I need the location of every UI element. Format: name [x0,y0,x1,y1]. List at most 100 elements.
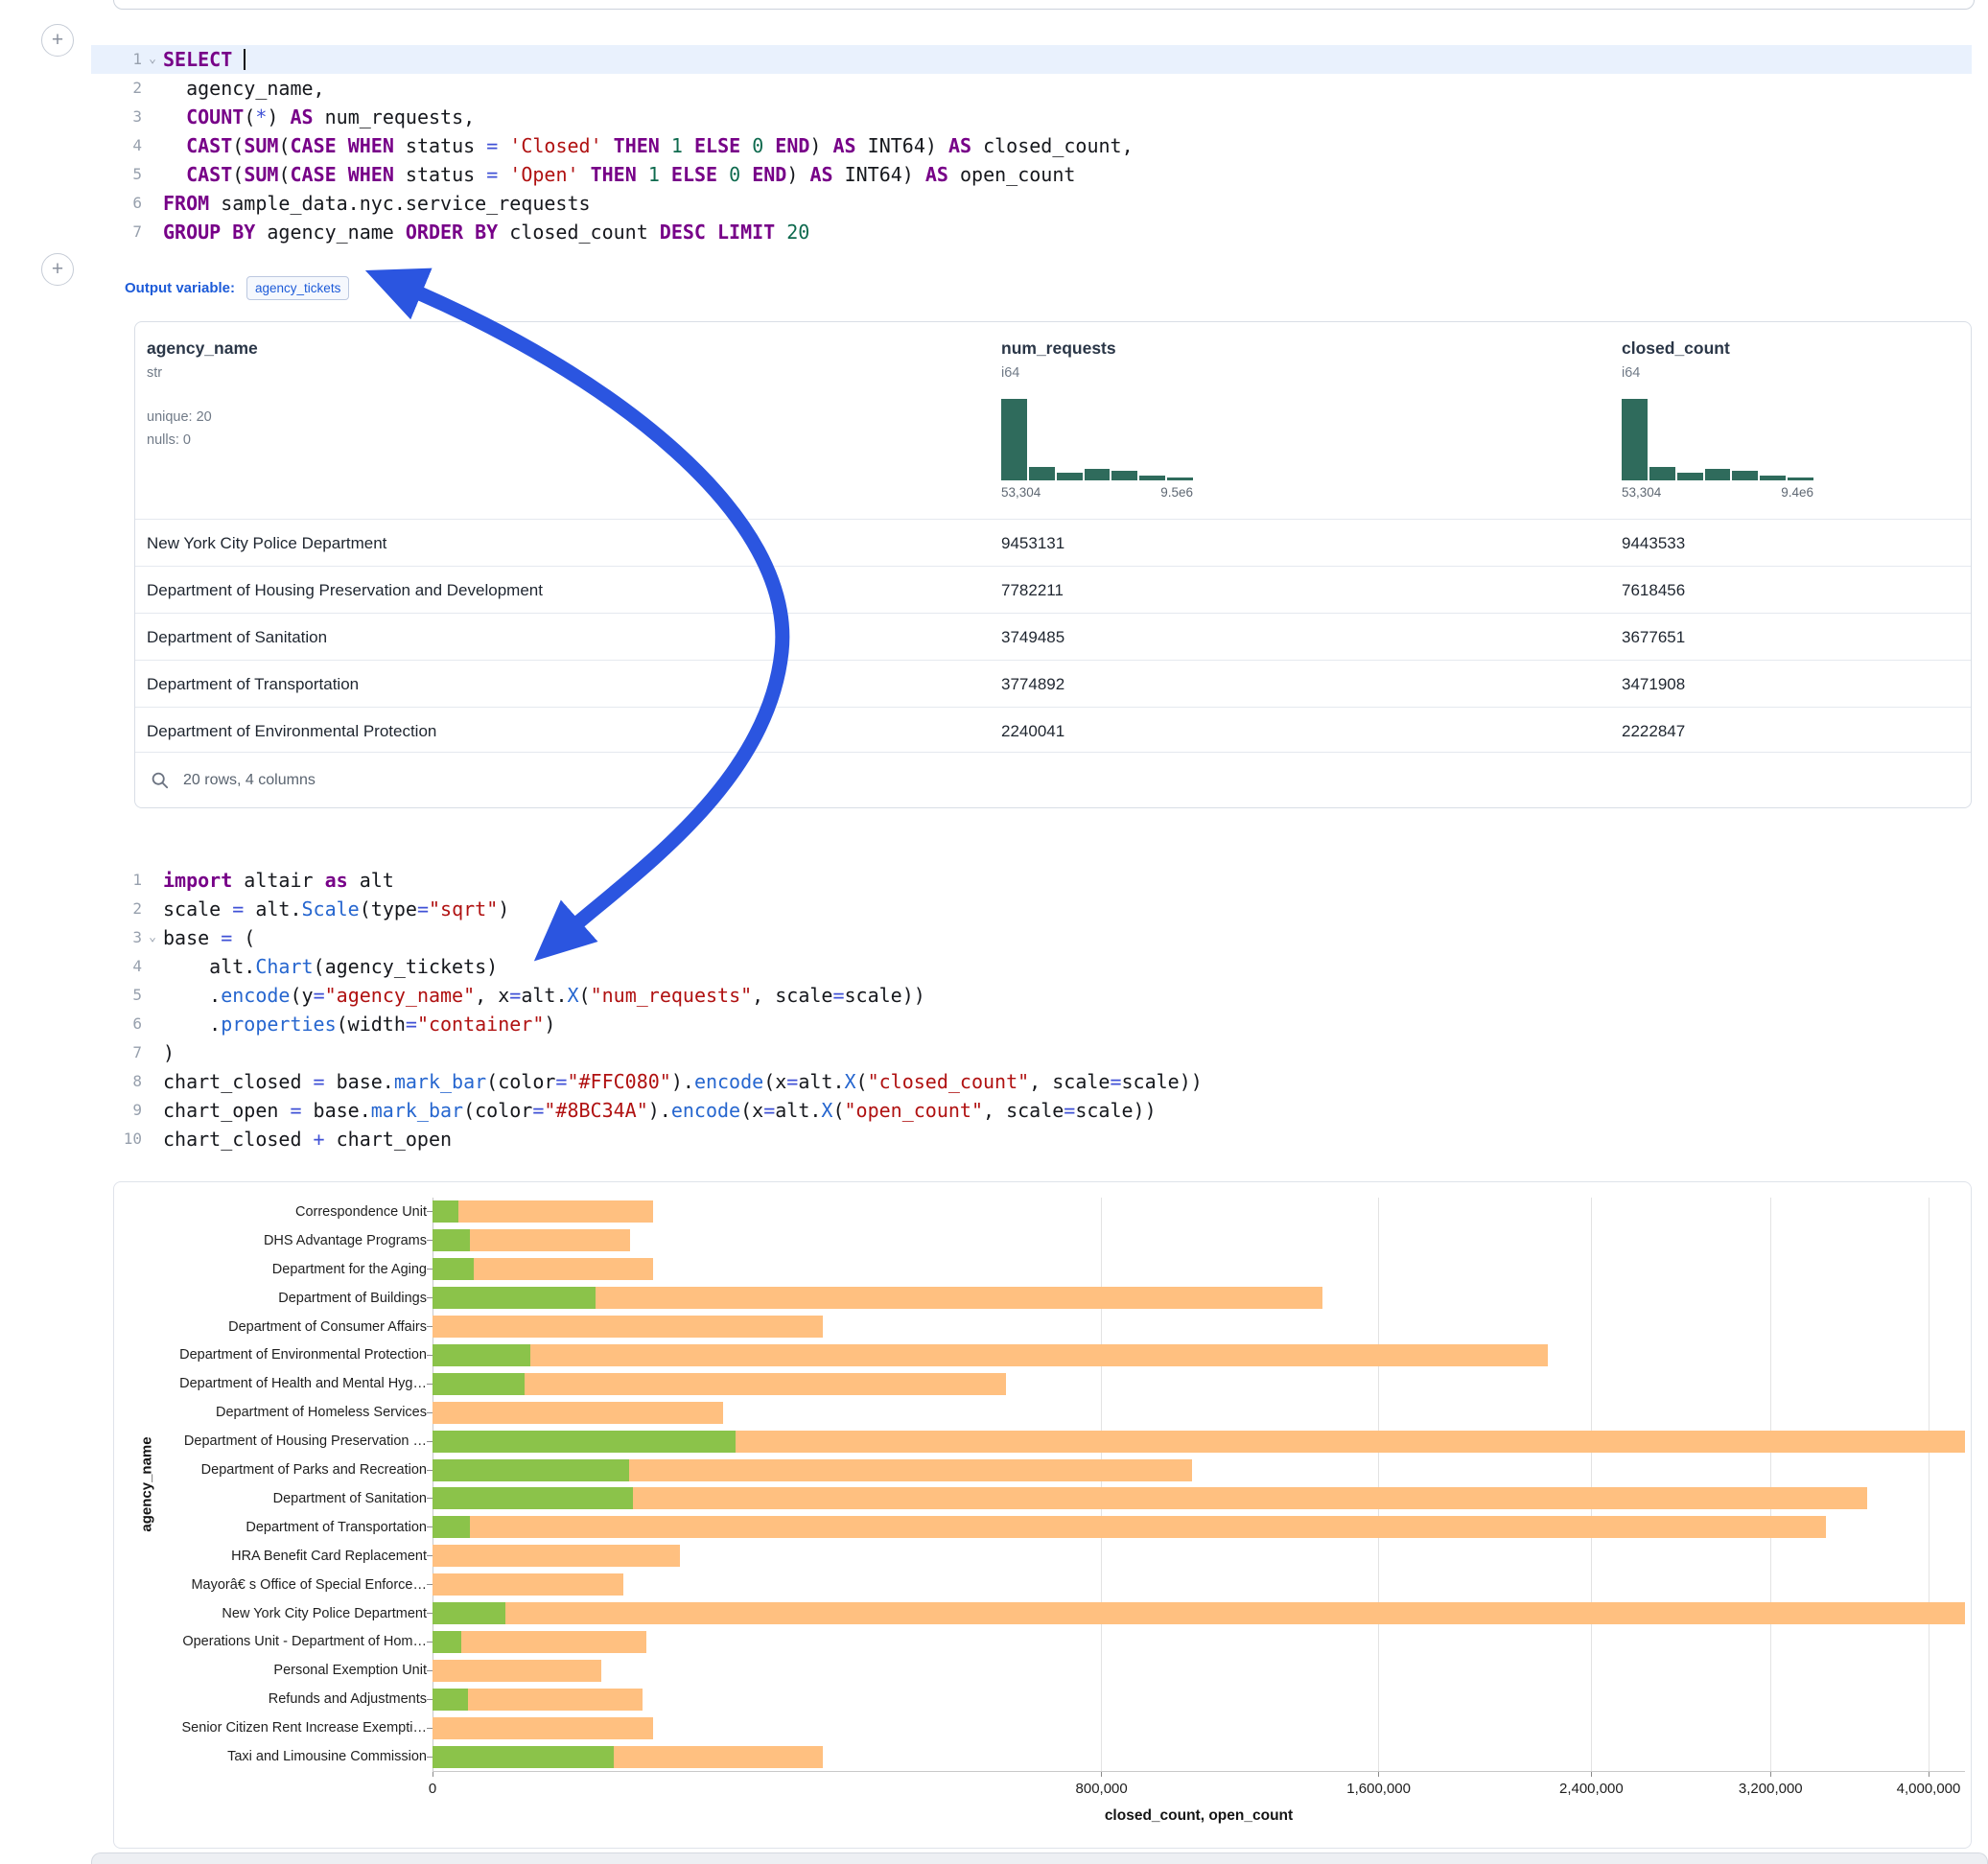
line-number: 8 [91,1067,142,1096]
code-line[interactable]: 1⌄SELECT [91,45,1972,74]
search-icon[interactable] [151,771,170,790]
histogram-bar [1677,473,1703,480]
code-line[interactable]: 1import altair as alt [91,866,1972,895]
line-number: 3 [91,103,142,131]
bar-open-11 [433,1516,470,1538]
y-axis-label: Senior Citizen Rent Increase Exempti… [128,1719,427,1736]
bar-closed-15 [433,1631,646,1653]
code-text: GROUP BY agency_name ORDER BY closed_cou… [163,218,1972,246]
fold-spacer [142,131,163,160]
code-line[interactable]: 3 COUNT(*) AS num_requests, [91,103,1972,131]
fold-spacer [142,74,163,103]
column-type: i64 [1622,365,1730,381]
bar-closed-13 [433,1573,623,1596]
table-cell: 9443533 [1622,520,1685,567]
code-line[interactable]: 4 alt.Chart(agency_tickets) [91,952,1972,981]
bar-open-6 [433,1373,525,1395]
bar-open-17 [433,1689,468,1711]
notebook-page: + + 1⌄SELECT 2 agency_name,3 COUNT(*) AS… [0,0,1988,1864]
column-name: agency_name [147,322,258,359]
python-code-editor[interactable]: 1import altair as alt2scale = alt.Scale(… [91,866,1972,1153]
code-text: .encode(y="agency_name", x=alt.X("num_re… [163,981,1972,1010]
table-header: agency_namestrunique: 20nulls: 0 num_requ… [135,322,1971,519]
code-line[interactable]: 5 .encode(y="agency_name", x=alt.X("num_… [91,981,1972,1010]
code-text: base = ( [163,923,1972,952]
fold-spacer [142,952,163,981]
column-header-num_requests[interactable]: num_requestsi6453,3049.5e6 [1001,322,1116,381]
y-axis-label: HRA Benefit Card Replacement [128,1548,427,1565]
table-row[interactable]: Department of Sanitation37494853677651 [135,613,1971,660]
table-cell: Department of Sanitation [147,614,327,661]
table-row[interactable]: Department of Environmental Protection 22… [135,707,1971,754]
code-text: SELECT [163,45,1972,74]
line-number: 3 [91,923,142,952]
table-cell: 7618456 [1622,567,1685,614]
code-line[interactable]: 2scale = alt.Scale(type="sqrt") [91,895,1972,923]
table-cell: 7782211 [1001,567,1064,614]
column-header-agency_name[interactable]: agency_namestrunique: 20nulls: 0 [147,322,258,452]
line-number: 6 [91,189,142,218]
output-variable-chip[interactable]: agency_tickets [246,276,349,300]
code-line[interactable]: 8 chart_closed = base.mark_bar(color="#FF… [91,1067,1972,1096]
column-histogram [1622,399,1813,480]
add-cell-button-middle[interactable]: + [41,253,74,286]
sql-code-editor[interactable]: 1⌄SELECT 2 agency_name,3 COUNT(*) AS num… [91,45,1972,246]
column-name: closed_count [1622,322,1730,359]
histogram-bar [1029,467,1055,480]
fold-spacer [142,1038,163,1067]
y-axis-label: Department of Transportation [128,1519,427,1536]
add-cell-button-top[interactable]: + [41,24,74,57]
y-axis-title: agency_name [139,1436,155,1531]
code-line[interactable]: 6FROM sample_data.nyc.service_requests [91,189,1972,218]
fold-arrow-icon[interactable]: ⌄ [142,45,163,74]
output-variable-row: Output variable: agency_tickets [125,273,349,302]
x-axis-tick-label: 800,000 [1035,1781,1169,1797]
line-number: 1 [91,866,142,895]
histogram-min: 53,304 [1001,485,1041,500]
code-line[interactable]: 7GROUP BY agency_name ORDER BY closed_co… [91,218,1972,246]
code-line[interactable]: 5 CAST(SUM(CASE WHEN status = 'Open' THE… [91,160,1972,189]
code-text: CAST(SUM(CASE WHEN status = 'Open' THEN … [163,160,1972,189]
bar-closed-10 [433,1487,1867,1509]
bar-open-8 [433,1431,736,1453]
x-axis-tick-label: 1,600,000 [1312,1781,1446,1797]
previous-cell-outline [113,0,1975,10]
code-line[interactable]: 9chart_open = base.mark_bar(color="#8BC3… [91,1096,1972,1125]
code-line[interactable]: 6 .properties(width="container") [91,1010,1972,1038]
histogram-max: 9.4e6 [1781,485,1813,500]
y-axis-label: Mayorâ€ s Office of Special Enforce… [128,1576,427,1594]
gridline [1101,1198,1102,1771]
code-text: ) [163,1038,1972,1067]
code-text: chart_closed = base.mark_bar(color="#FFC… [163,1067,1972,1096]
table-row[interactable]: New York City Police Department945313194… [135,519,1971,566]
histogram-bar [1649,467,1675,480]
table-cell: Department of Environmental Protection [147,708,436,755]
histogram-range: 53,3049.4e6 [1622,485,1813,500]
text-cursor [244,49,246,70]
table-row[interactable]: Department of Housing Preservation and D… [135,566,1971,613]
column-header-closed_count[interactable]: closed_counti6453,3049.4e6 [1622,322,1730,381]
histogram-bar [1001,399,1027,480]
line-number: 6 [91,1010,142,1038]
y-axis-label: DHS Advantage Programs [128,1232,427,1249]
code-text: scale = alt.Scale(type="sqrt") [163,895,1972,923]
code-line[interactable]: 4 CAST(SUM(CASE WHEN status = 'Closed' T… [91,131,1972,160]
code-text: .properties(width="container") [163,1010,1972,1038]
bar-open-9 [433,1459,629,1481]
code-line[interactable]: 7) [91,1038,1972,1067]
code-text: COUNT(*) AS num_requests, [163,103,1972,131]
table-cell: 2240041 [1001,708,1064,755]
bar-open-14 [433,1602,505,1624]
histogram-bar [1788,478,1813,480]
x-axis-title: closed_count, open_count [1055,1807,1343,1825]
code-text: chart_closed + chart_open [163,1125,1972,1153]
code-line[interactable]: 10chart_closed + chart_open [91,1125,1972,1153]
y-axis-label: Department of Health and Mental Hyg… [128,1375,427,1392]
code-line[interactable]: 2 agency_name, [91,74,1972,103]
histogram-bar [1085,469,1111,480]
code-line[interactable]: 3⌄base = ( [91,923,1972,952]
table-row[interactable]: Department of Transportation377489234719… [135,660,1971,707]
fold-arrow-icon[interactable]: ⌄ [142,923,163,952]
next-cell-outline [91,1852,1988,1864]
y-axis-label: Department of Environmental Protection [128,1346,427,1363]
